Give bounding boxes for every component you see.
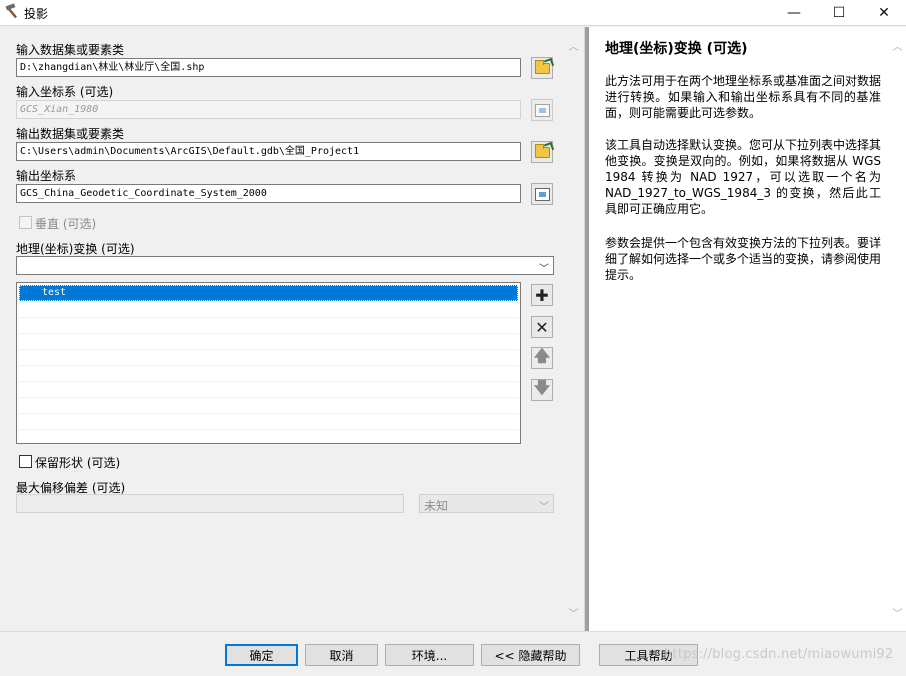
move-up-button[interactable]: 🡅	[531, 345, 553, 369]
preserve-shape-label: 保留形状 (可选)	[35, 456, 121, 470]
output-cs-field[interactable]: GCS_China_Geodetic_Coordinate_System_200…	[16, 184, 521, 203]
help-panel: 地理(坐标)变换 (可选) 此方法可用于在两个地理坐标系或基准面之间对数据进行转…	[588, 27, 906, 631]
list-row-empty	[19, 366, 518, 382]
help-scrollbar[interactable]: ︿ ﹀	[889, 37, 906, 621]
help-paragraph: 此方法可用于在两个地理坐标系或基准面之间对数据进行转换。如果输入和输出坐标系具有…	[605, 74, 882, 120]
chevron-down-icon: ﹀	[539, 264, 549, 275]
plus-icon: ✚	[535, 285, 549, 305]
list-row-empty	[19, 334, 518, 350]
title-bar: 投影 — ☐ ✕	[0, 0, 906, 26]
vertical-checkbox	[19, 216, 32, 229]
input-dataset-label: 输入数据集或要素类	[16, 43, 125, 57]
window-title: 投影	[24, 7, 49, 21]
cancel-button[interactable]: 取消	[305, 644, 378, 666]
list-row-empty	[19, 318, 518, 334]
add-item-button[interactable]: ✚	[531, 284, 553, 306]
max-offset-input	[16, 494, 404, 513]
input-dataset-field[interactable]: D:\zhangdian\林业\林业厅\全国.shp	[16, 58, 521, 77]
ok-button[interactable]: 确定	[225, 644, 298, 666]
list-row-empty	[19, 398, 518, 414]
input-cs-field: GCS_Xian_1980	[16, 100, 521, 119]
help-paragraph: 参数会提供一个包含有效变换方法的下拉列表。要详细了解如何选择一个或多个适当的变换…	[605, 236, 882, 282]
coordinate-system-icon	[534, 103, 550, 117]
list-row-empty	[19, 414, 518, 430]
environments-button[interactable]: 环境...	[385, 644, 474, 666]
move-down-button[interactable]: 🡇	[531, 377, 553, 401]
parameters-panel: 输入数据集或要素类 D:\zhangdian\林业\林业厅\全国.shp 输入坐…	[0, 27, 584, 631]
parameters-scrollbar[interactable]: ︿ ﹀	[565, 37, 582, 621]
button-bar: 确定 取消 环境... << 隐藏帮助 工具帮助 https://blog.cs…	[0, 631, 906, 676]
output-cs-label: 输出坐标系	[16, 169, 77, 183]
scroll-up-icon[interactable]: ︿	[565, 37, 582, 54]
transform-list[interactable]: test	[16, 282, 521, 444]
list-item-label: test	[42, 287, 67, 298]
max-offset-unit-dropdown: 未知 ﹀	[419, 494, 554, 513]
coordinate-system-icon	[534, 187, 550, 201]
folder-open-icon	[534, 143, 550, 158]
max-offset-unit-value: 未知	[424, 499, 449, 513]
hide-help-button[interactable]: << 隐藏帮助	[481, 644, 580, 666]
chevron-down-icon: ﹀	[539, 502, 549, 513]
output-cs-properties-button[interactable]	[531, 183, 553, 205]
scroll-up-icon[interactable]: ︿	[889, 37, 906, 54]
browse-output-button[interactable]	[531, 141, 553, 163]
preserve-shape-checkbox[interactable]	[19, 455, 32, 468]
hammer-icon	[5, 3, 18, 19]
close-button[interactable]: ✕	[861, 0, 906, 26]
scroll-down-icon[interactable]: ﹀	[889, 604, 906, 621]
list-row-empty	[19, 350, 518, 366]
arrow-down-icon: 🡇	[533, 377, 551, 397]
folder-open-icon	[534, 59, 550, 74]
arrow-up-icon: 🡅	[533, 345, 551, 365]
help-title: 地理(坐标)变换 (可选)	[605, 41, 748, 57]
browse-input-button[interactable]	[531, 57, 553, 79]
list-row-empty	[19, 382, 518, 398]
minimize-button[interactable]: —	[771, 0, 817, 26]
geo-transform-label: 地理(坐标)变换 (可选)	[16, 242, 135, 256]
vertical-label: 垂直 (可选)	[35, 217, 97, 231]
delete-x-icon: ✕	[535, 317, 549, 337]
help-paragraph: 该工具自动选择默认变换。您可从下拉列表中选择其他变换。变换是双向的。例如，如果将…	[605, 138, 882, 216]
list-row-empty	[19, 302, 518, 318]
scroll-down-icon[interactable]: ﹀	[565, 604, 582, 621]
watermark: https://blog.csdn.net/miaowumi92	[664, 647, 894, 662]
input-cs-label: 输入坐标系 (可选)	[16, 85, 114, 99]
output-dataset-label: 输出数据集或要素类	[16, 127, 125, 141]
geo-transform-dropdown[interactable]: ﹀	[16, 256, 554, 275]
output-dataset-field[interactable]: C:\Users\admin\Documents\ArcGIS\Default.…	[16, 142, 521, 161]
maximize-button[interactable]: ☐	[816, 0, 862, 26]
remove-item-button[interactable]: ✕	[531, 316, 553, 338]
input-cs-properties-button	[531, 99, 553, 121]
list-item[interactable]: test	[19, 285, 518, 301]
